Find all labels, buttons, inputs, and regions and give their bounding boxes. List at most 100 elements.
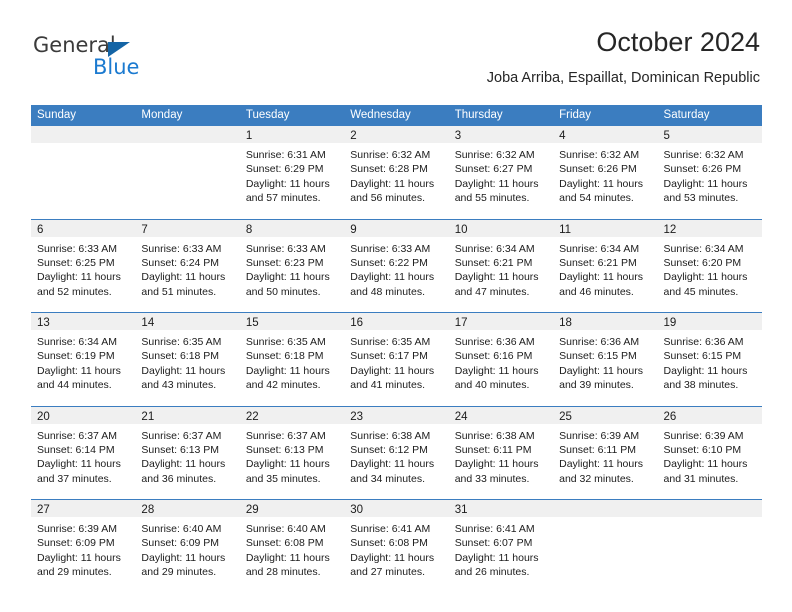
calendar-day-cell[interactable]: 28 Sunrise: 6:40 AM Sunset: 6:09 PM Dayl…: [135, 500, 240, 593]
sunset-text: Sunset: 6:29 PM: [245, 163, 324, 176]
sunrise-text: Sunrise: 6:34 AM: [454, 242, 535, 255]
day-number: 1: [245, 130, 253, 142]
sunset-text: Sunset: 6:18 PM: [245, 350, 324, 363]
daylight-text-line1: Daylight: 11 hours: [350, 177, 435, 190]
sunset-text: Sunset: 6:13 PM: [245, 443, 324, 456]
day-number-band: [31, 126, 136, 143]
calendar-page: General Blue October 2024 Joba Arriba, E…: [0, 0, 792, 612]
calendar-day-cell[interactable]: 9 Sunrise: 6:33 AM Sunset: 6:22 PM Dayli…: [344, 219, 449, 312]
day-details: Sunrise: 6:39 AM Sunset: 6:09 PM Dayligh…: [31, 517, 135, 580]
calendar-day-cell[interactable]: 20 Sunrise: 6:37 AM Sunset: 6:14 PM Dayl…: [31, 406, 136, 499]
day-details: Sunrise: 6:40 AM Sunset: 6:09 PM Dayligh…: [135, 517, 239, 580]
day-number: 18: [559, 317, 572, 329]
calendar-day-cell[interactable]: 4 Sunrise: 6:32 AM Sunset: 6:26 PM Dayli…: [553, 126, 658, 219]
daylight-text-line2: and 31 minutes.: [663, 472, 739, 485]
calendar-day-cell[interactable]: 31 Sunrise: 6:41 AM Sunset: 6:07 PM Dayl…: [448, 500, 554, 593]
day-number-band: 14: [135, 313, 240, 330]
calendar-day-cell[interactable]: 10 Sunrise: 6:34 AM Sunset: 6:21 PM Dayl…: [448, 219, 554, 312]
daylight-text-line1: Daylight: 11 hours: [350, 271, 435, 284]
day-details: [135, 143, 239, 148]
daylight-text-line2: and 54 minutes.: [559, 192, 634, 205]
day-details: Sunrise: 6:33 AM Sunset: 6:24 PM Dayligh…: [135, 237, 239, 300]
day-details: Sunrise: 6:37 AM Sunset: 6:13 PM Dayligh…: [135, 424, 239, 487]
daylight-text-line2: and 48 minutes.: [350, 285, 425, 298]
daylight-text-line1: Daylight: 11 hours: [559, 458, 643, 471]
day-number-band: 24: [448, 406, 554, 424]
calendar-day-cell[interactable]: 24 Sunrise: 6:38 AM Sunset: 6:11 PM Dayl…: [448, 406, 554, 499]
daylight-text-line1: Daylight: 11 hours: [245, 177, 330, 190]
day-number: 5: [663, 130, 670, 142]
calendar-day-cell[interactable]: [31, 126, 136, 219]
sunrise-text: Sunrise: 6:33 AM: [37, 242, 117, 255]
calendar-day-cell[interactable]: 21 Sunrise: 6:37 AM Sunset: 6:13 PM Dayl…: [135, 406, 240, 499]
daylight-text-line1: Daylight: 11 hours: [350, 364, 435, 377]
day-number-band: 27: [31, 500, 136, 517]
day-details: Sunrise: 6:34 AM Sunset: 6:19 PM Dayligh…: [31, 330, 135, 393]
calendar-day-cell[interactable]: [657, 500, 762, 593]
day-number-band: 7: [135, 219, 240, 237]
calendar-day-cell[interactable]: 3 Sunrise: 6:32 AM Sunset: 6:27 PM Dayli…: [448, 126, 554, 219]
sunset-text: Sunset: 6:12 PM: [350, 443, 428, 456]
day-number-band: 31: [448, 500, 554, 517]
day-number: 27: [37, 504, 50, 516]
sunrise-text: Sunrise: 6:35 AM: [245, 336, 326, 348]
day-number: 7: [141, 223, 148, 236]
calendar-day-cell[interactable]: 26 Sunrise: 6:39 AM Sunset: 6:10 PM Dayl…: [657, 406, 762, 499]
sunset-text: Sunset: 6:15 PM: [559, 350, 637, 363]
day-number-band: 8: [239, 219, 345, 237]
calendar-day-cell[interactable]: 22 Sunrise: 6:37 AM Sunset: 6:13 PM Dayl…: [239, 406, 345, 499]
sunset-text: Sunset: 6:11 PM: [559, 443, 636, 456]
calendar-day-cell[interactable]: 8 Sunrise: 6:33 AM Sunset: 6:23 PM Dayli…: [239, 219, 345, 312]
daylight-text-line1: Daylight: 11 hours: [663, 364, 748, 377]
sunrise-text: Sunrise: 6:32 AM: [350, 149, 431, 161]
calendar-day-cell[interactable]: 16 Sunrise: 6:35 AM Sunset: 6:17 PM Dayl…: [344, 313, 449, 406]
daylight-text-line1: Daylight: 11 hours: [245, 271, 330, 284]
daylight-text-line2: and 32 minutes.: [559, 472, 634, 485]
calendar-day-cell[interactable]: 23 Sunrise: 6:38 AM Sunset: 6:12 PM Dayl…: [344, 406, 449, 499]
daylight-text-line2: and 52 minutes.: [37, 285, 112, 298]
calendar-day-cell[interactable]: 25 Sunrise: 6:39 AM Sunset: 6:11 PM Dayl…: [553, 406, 658, 499]
day-number: 4: [559, 130, 566, 142]
calendar-day-cell[interactable]: 1 Sunrise: 6:31 AM Sunset: 6:29 PM Dayli…: [239, 126, 345, 219]
sunrise-text: Sunrise: 6:35 AM: [141, 336, 222, 348]
daylight-text-line1: Daylight: 11 hours: [559, 364, 643, 377]
calendar-day-cell[interactable]: 13 Sunrise: 6:34 AM Sunset: 6:19 PM Dayl…: [31, 313, 136, 406]
day-number-band: 10: [448, 219, 554, 237]
sunrise-text: Sunrise: 6:37 AM: [245, 429, 326, 442]
sunrise-text: Sunrise: 6:39 AM: [559, 429, 640, 442]
calendar-day-cell[interactable]: 12 Sunrise: 6:34 AM Sunset: 6:20 PM Dayl…: [657, 219, 762, 312]
calendar-day-cell[interactable]: 7 Sunrise: 6:33 AM Sunset: 6:24 PM Dayli…: [135, 219, 240, 312]
daylight-text-line1: Daylight: 11 hours: [37, 364, 121, 377]
sunset-text: Sunset: 6:08 PM: [350, 537, 428, 550]
day-details: Sunrise: 6:37 AM Sunset: 6:14 PM Dayligh…: [31, 424, 135, 487]
calendar-day-cell[interactable]: 5 Sunrise: 6:32 AM Sunset: 6:26 PM Dayli…: [657, 126, 762, 219]
calendar-day-cell[interactable]: 15 Sunrise: 6:35 AM Sunset: 6:18 PM Dayl…: [239, 313, 345, 406]
calendar-day-cell[interactable]: 19 Sunrise: 6:36 AM Sunset: 6:15 PM Dayl…: [657, 313, 762, 406]
calendar-day-cell[interactable]: 29 Sunrise: 6:40 AM Sunset: 6:08 PM Dayl…: [239, 500, 345, 593]
calendar-day-cell[interactable]: 18 Sunrise: 6:36 AM Sunset: 6:15 PM Dayl…: [553, 313, 658, 406]
day-number-band: 12: [657, 219, 762, 237]
calendar-day-cell[interactable]: 17 Sunrise: 6:36 AM Sunset: 6:16 PM Dayl…: [448, 313, 554, 406]
day-details: Sunrise: 6:33 AM Sunset: 6:22 PM Dayligh…: [344, 237, 448, 300]
daylight-text-line1: Daylight: 11 hours: [37, 458, 121, 471]
day-number: 12: [663, 223, 677, 236]
calendar-day-cell[interactable]: 30 Sunrise: 6:41 AM Sunset: 6:08 PM Dayl…: [344, 500, 449, 593]
day-details: Sunrise: 6:40 AM Sunset: 6:08 PM Dayligh…: [240, 517, 344, 580]
calendar-day-cell[interactable]: 14 Sunrise: 6:35 AM Sunset: 6:18 PM Dayl…: [135, 313, 240, 406]
sunset-text: Sunset: 6:16 PM: [454, 350, 533, 363]
calendar-day-cell[interactable]: [135, 126, 240, 219]
calendar-day-cell[interactable]: [553, 500, 658, 593]
sunrise-text: Sunrise: 6:33 AM: [350, 242, 431, 255]
sunset-text: Sunset: 6:20 PM: [663, 256, 742, 269]
sunset-text: Sunset: 6:18 PM: [141, 350, 220, 363]
sunrise-text: Sunrise: 6:37 AM: [141, 429, 222, 442]
calendar-day-cell[interactable]: 27 Sunrise: 6:39 AM Sunset: 6:09 PM Dayl…: [31, 500, 136, 593]
day-number-band: 18: [553, 313, 658, 330]
calendar-day-cell[interactable]: 6 Sunrise: 6:33 AM Sunset: 6:25 PM Dayli…: [31, 219, 136, 312]
generalblue-logo[interactable]: General Blue: [33, 33, 183, 83]
day-number-band: 9: [344, 219, 449, 237]
day-number: 19: [663, 317, 677, 329]
calendar-day-cell[interactable]: 11 Sunrise: 6:34 AM Sunset: 6:21 PM Dayl…: [553, 219, 658, 312]
calendar-day-cell[interactable]: 2 Sunrise: 6:32 AM Sunset: 6:28 PM Dayli…: [344, 126, 449, 219]
day-number-band: 3: [448, 126, 554, 143]
